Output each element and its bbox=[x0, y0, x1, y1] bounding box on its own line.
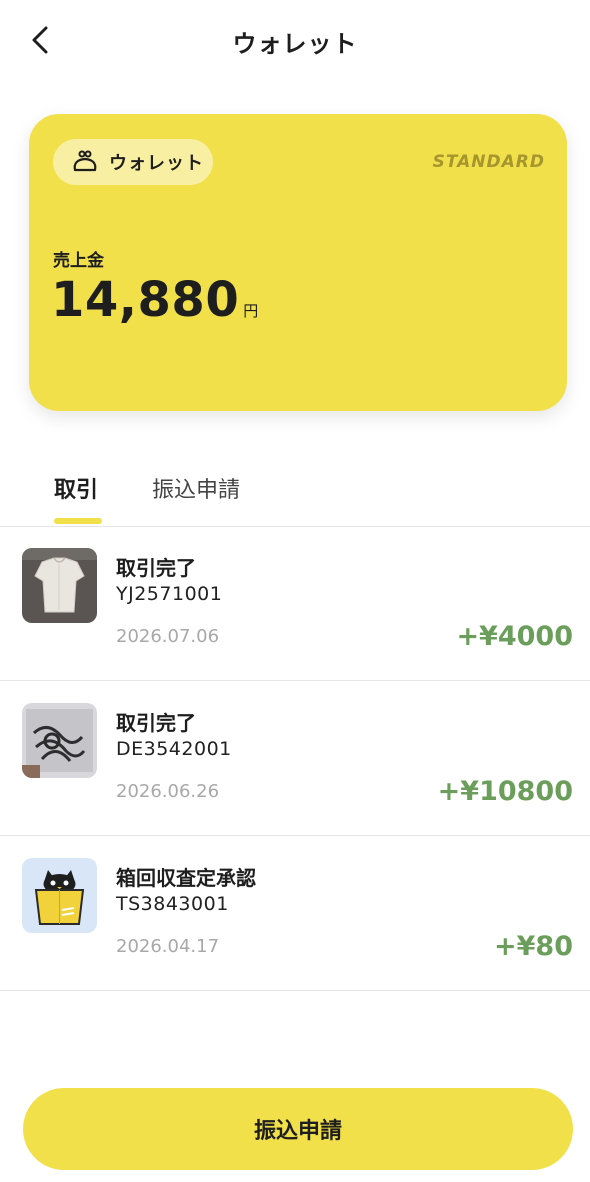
transaction-row[interactable]: 取引完了 YJ2571001 2026.07.06 +¥4000 bbox=[0, 526, 590, 681]
cable-photo-thumbnail bbox=[22, 703, 97, 778]
transfer-request-button[interactable]: 振込申請 bbox=[23, 1088, 573, 1170]
transaction-row[interactable]: 箱回収査定承認 TS3843001 2026.04.17 +¥80 bbox=[0, 836, 590, 991]
wallet-chip-label: ウォレット bbox=[109, 153, 204, 174]
transaction-list: 取引完了 YJ2571001 2026.07.06 +¥4000 取引完了 DE… bbox=[0, 526, 590, 991]
transaction-id: TS3843001 bbox=[116, 893, 229, 915]
wallet-card: ウォレット STANDARD 売上金 14,880 円 bbox=[29, 114, 567, 411]
transaction-amount: +¥80 bbox=[494, 931, 573, 962]
cat-box-icon bbox=[22, 858, 97, 933]
header: ウォレット bbox=[0, 0, 590, 80]
sales-label: 売上金 bbox=[53, 251, 104, 271]
tab-bar: 取引 振込申請 bbox=[0, 460, 590, 527]
transaction-id: YJ2571001 bbox=[116, 583, 223, 605]
transaction-date: 2026.07.06 bbox=[116, 626, 220, 647]
transaction-title: 取引完了 bbox=[116, 711, 196, 735]
wallet-icon bbox=[73, 150, 97, 172]
transaction-title: 箱回収査定承認 bbox=[116, 866, 256, 890]
wallet-chip: ウォレット bbox=[53, 139, 213, 185]
page-title: ウォレット bbox=[232, 30, 358, 58]
transaction-date: 2026.06.26 bbox=[116, 781, 220, 802]
transaction-row[interactable]: 取引完了 DE3542001 2026.06.26 +¥10800 bbox=[0, 681, 590, 836]
balance-unit: 円 bbox=[243, 302, 259, 320]
balance-amount: 14,880 円 bbox=[51, 272, 258, 328]
tier-badge: STANDARD bbox=[432, 152, 545, 172]
transaction-date: 2026.04.17 bbox=[116, 936, 220, 957]
transaction-id: DE3542001 bbox=[116, 738, 232, 760]
tab-transfer-request[interactable]: 振込申請 bbox=[152, 472, 240, 504]
transaction-amount: +¥4000 bbox=[456, 621, 573, 652]
transaction-amount: +¥10800 bbox=[437, 776, 573, 807]
tab-transactions[interactable]: 取引 bbox=[54, 472, 98, 504]
tab-active-indicator bbox=[54, 518, 102, 524]
balance-value: 14,880 bbox=[51, 272, 240, 328]
shirt-photo-thumbnail bbox=[22, 548, 97, 623]
transaction-title: 取引完了 bbox=[116, 556, 196, 580]
